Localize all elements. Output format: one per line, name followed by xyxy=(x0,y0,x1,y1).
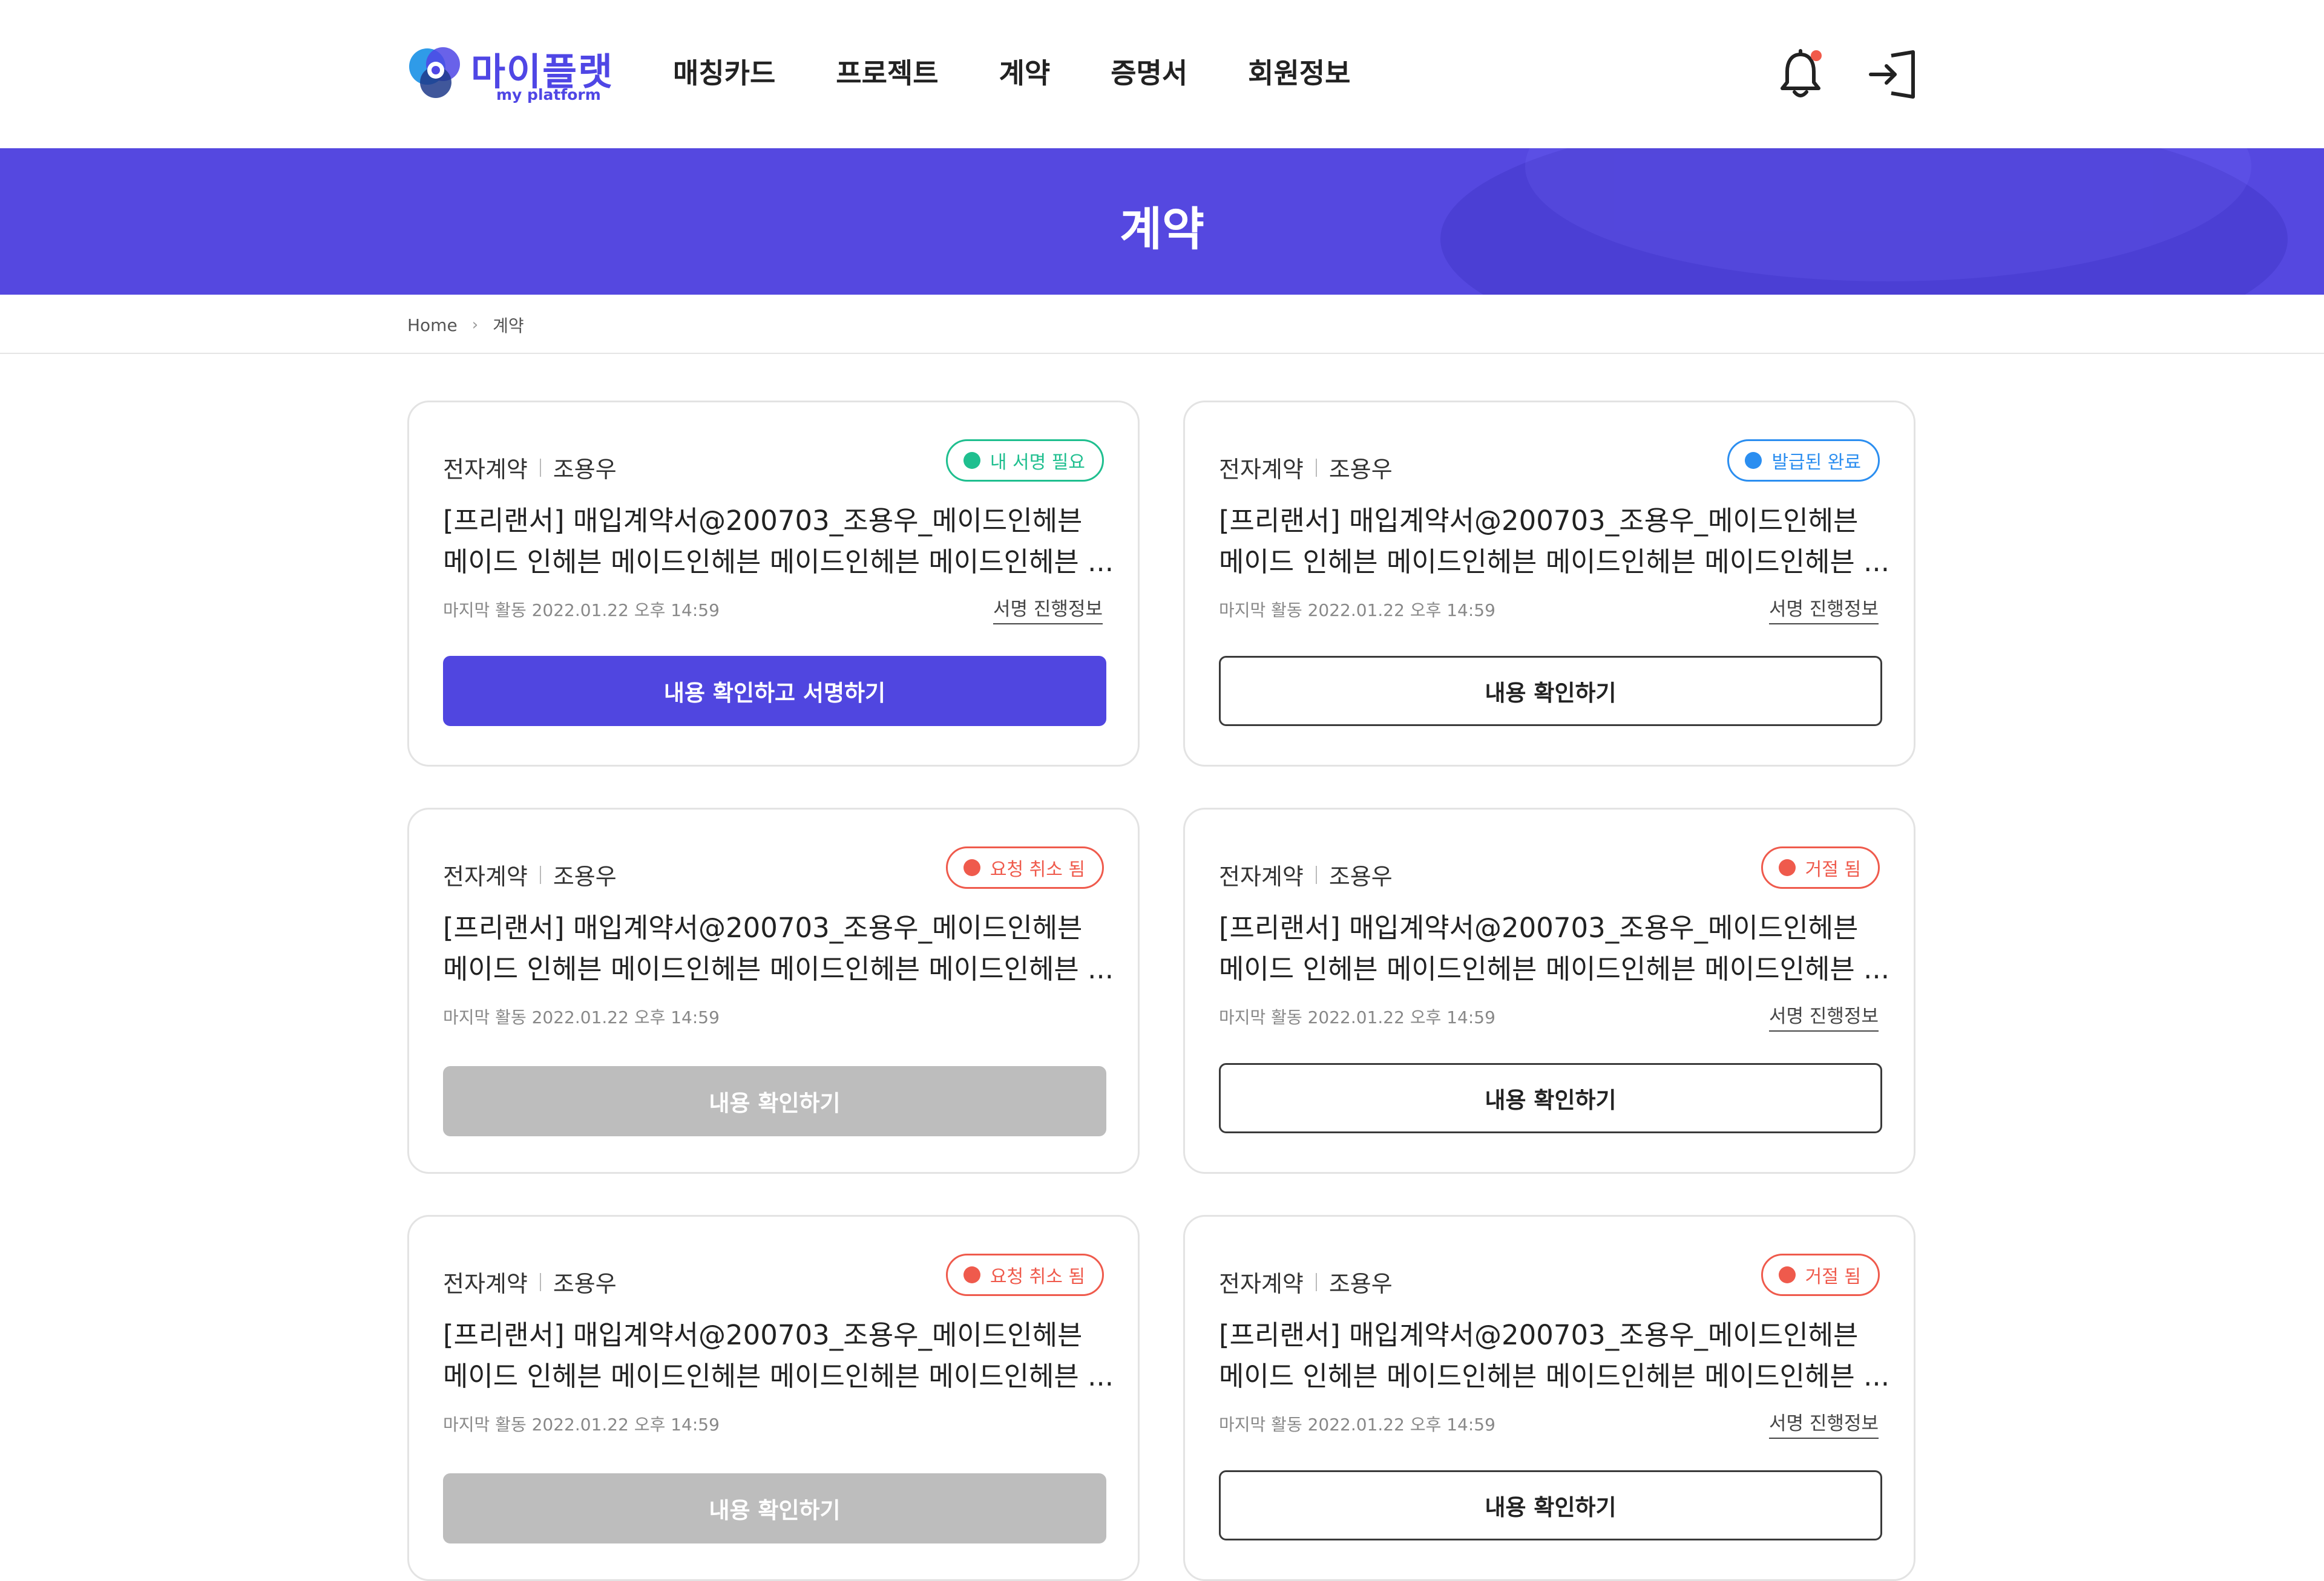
status-dot-icon xyxy=(1745,452,1762,469)
last-activity: 마지막 활동 2022.01.22 오후 14:59 xyxy=(1219,600,1495,620)
nav-item-member-info[interactable]: 회원정보 xyxy=(1248,52,1350,94)
contract-type: 전자계약 xyxy=(443,456,528,483)
divider xyxy=(1315,458,1317,477)
status-badge: 요청 취소 됨 xyxy=(945,846,1104,889)
signature-progress-link[interactable]: 서명 진행정보 xyxy=(993,594,1103,624)
status-label: 내 서명 필요 xyxy=(990,452,1085,473)
status-label: 거절 됨 xyxy=(1805,1266,1861,1288)
signature-progress-link[interactable]: 서명 진행정보 xyxy=(1769,1408,1879,1439)
status-label: 요청 취소 됨 xyxy=(990,859,1085,880)
contract-card[interactable]: 전자계약 조용우 요청 취소 됨 [프리랜서] 매입계약서@200703_조용우_메이… xyxy=(407,808,1140,1174)
nav-item-certificate[interactable]: 증명서 xyxy=(1111,52,1187,94)
breadcrumb-current: 계약 xyxy=(493,316,524,336)
button-label: 내용 확인하기 xyxy=(1485,1087,1617,1113)
nav-item-contract[interactable]: 계약 xyxy=(999,52,1051,94)
contract-card[interactable]: 전자계약 조용우 거절 됨 [프리랜서] 매입계약서@200703_조용우_메이드인헤… xyxy=(1183,1215,1915,1581)
last-activity: 마지막 활동 2022.01.22 오후 14:59 xyxy=(1219,1415,1495,1435)
contract-party: 조용우 xyxy=(1328,863,1393,890)
contract-card[interactable]: 전자계약 조용우 거절 됨 [프리랜서] 매입계약서@200703_조용우_메이드인헤… xyxy=(1183,808,1915,1174)
signature-progress-link[interactable]: 서명 진행정보 xyxy=(1769,594,1879,624)
status-dot-icon xyxy=(963,1266,980,1283)
view-contract-button[interactable]: 내용 확인하기 xyxy=(1219,656,1882,726)
contract-card[interactable]: 전자계약 조용우 발급된 완료 [프리랜서] 매입계약서@200703_조용우_메이드… xyxy=(1183,401,1915,767)
last-activity: 마지막 활동 2022.01.22 오후 14:59 xyxy=(1219,1007,1495,1027)
last-activity: 마지막 활동 2022.01.22 오후 14:59 xyxy=(443,600,720,620)
status-dot-icon xyxy=(1778,1266,1796,1283)
contract-type: 전자계약 xyxy=(1219,863,1304,890)
nav-item-matching-card[interactable]: 매칭카드 xyxy=(673,52,775,94)
view-contract-button[interactable]: 내용 확인하기 xyxy=(1219,1063,1882,1133)
last-activity: 마지막 활동 2022.01.22 오후 14:59 xyxy=(443,1415,720,1435)
contract-title[interactable]: [프리랜서] 매입계약서@200703_조용우_메이드인헤븐 메이드 인헤븐 메… xyxy=(1219,1315,1891,1397)
main-nav: 매칭카드 프로젝트 계약 증명서 회원정보 xyxy=(673,52,1411,94)
breadcrumb-bar: Home › 계약 xyxy=(0,295,2324,354)
chevron-right-icon: › xyxy=(471,316,479,334)
logout-icon[interactable] xyxy=(1867,48,1919,100)
button-label: 내용 확인하기 xyxy=(709,1090,841,1116)
contract-party: 조용우 xyxy=(1328,1271,1393,1297)
contract-title[interactable]: [프리랜서] 매입계약서@200703_조용우_메이드인헤븐 메이드 인헤븐 메… xyxy=(443,908,1115,990)
contract-type: 전자계약 xyxy=(443,1271,528,1297)
divider xyxy=(539,865,541,884)
nav-item-project[interactable]: 프로젝트 xyxy=(836,52,938,94)
contract-party: 조용우 xyxy=(553,456,617,483)
status-badge: 요청 취소 됨 xyxy=(945,1254,1104,1296)
contract-card[interactable]: 전자계약 조용우 요청 취소 됨 [프리랜서] 매입계약서@200703_조용우_메이… xyxy=(407,1215,1140,1581)
contract-type: 전자계약 xyxy=(1219,1271,1304,1297)
status-label: 발급된 완료 xyxy=(1771,452,1861,473)
last-activity: 마지막 활동 2022.01.22 오후 14:59 xyxy=(443,1007,720,1027)
status-dot-icon xyxy=(1778,859,1796,876)
card-header: 전자계약 조용우 xyxy=(443,1265,617,1298)
button-label: 내용 확인하기 xyxy=(1485,1494,1617,1520)
view-contract-button[interactable]: 내용 확인하고 서명하기 xyxy=(443,656,1106,726)
brand-subtitle: my platform xyxy=(496,86,601,103)
divider xyxy=(539,458,541,477)
status-badge: 발급된 완료 xyxy=(1727,439,1880,482)
contract-party: 조용우 xyxy=(553,863,617,890)
button-label: 내용 확인하기 xyxy=(1485,680,1617,706)
status-label: 요청 취소 됨 xyxy=(990,1266,1085,1288)
status-dot-icon xyxy=(963,859,980,876)
brand-logo[interactable]: 마이플랫 my platform xyxy=(405,40,612,106)
contract-title[interactable]: [프리랜서] 매입계약서@200703_조용우_메이드인헤븐 메이드 인헤븐 메… xyxy=(443,500,1115,583)
button-label: 내용 확인하고 서명하기 xyxy=(663,680,886,706)
status-dot-icon xyxy=(963,452,980,469)
button-label: 내용 확인하기 xyxy=(709,1498,841,1524)
status-label: 거절 됨 xyxy=(1805,859,1861,880)
card-header: 전자계약 조용우 xyxy=(1219,451,1393,484)
contract-party: 조용우 xyxy=(553,1271,617,1297)
card-header: 전자계약 조용우 xyxy=(1219,858,1393,891)
status-badge: 거절 됨 xyxy=(1761,846,1880,889)
status-badge: 내 서명 필요 xyxy=(945,439,1104,482)
contract-title[interactable]: [프리랜서] 매입계약서@200703_조용우_메이드인헤븐 메이드 인헤븐 메… xyxy=(1219,908,1891,990)
notification-dot xyxy=(1811,50,1822,61)
status-badge: 거절 됨 xyxy=(1761,1254,1880,1296)
logo-mark-icon xyxy=(409,47,460,98)
view-contract-button[interactable]: 내용 확인하기 xyxy=(1219,1470,1882,1540)
breadcrumb-home[interactable]: Home xyxy=(407,315,458,335)
contract-type: 전자계약 xyxy=(1219,456,1304,483)
card-header: 전자계약 조용우 xyxy=(443,451,617,484)
contract-title[interactable]: [프리랜서] 매입계약서@200703_조용우_메이드인헤븐 메이드 인헤븐 메… xyxy=(1219,500,1891,583)
view-contract-button: 내용 확인하기 xyxy=(443,1473,1106,1543)
card-header: 전자계약 조용우 xyxy=(443,858,617,891)
page-title: 계약 xyxy=(1120,202,1204,256)
contract-type: 전자계약 xyxy=(443,863,528,890)
signature-progress-link[interactable]: 서명 진행정보 xyxy=(1769,1001,1879,1032)
breadcrumb: Home › 계약 xyxy=(407,313,524,337)
divider xyxy=(539,1272,541,1291)
contract-card[interactable]: 전자계약 조용우 내 서명 필요 [프리랜서] 매입계약서@200703_조용우_메이… xyxy=(407,401,1140,767)
bell-icon[interactable] xyxy=(1776,48,1825,100)
divider xyxy=(1315,1272,1317,1291)
page-banner: 계약 xyxy=(0,148,2324,295)
divider xyxy=(1315,865,1317,884)
top-navigation-bar: 마이플랫 my platform 매칭카드 프로젝트 계약 증명서 회원정보 xyxy=(0,0,2324,148)
contract-party: 조용우 xyxy=(1328,456,1393,483)
contract-title[interactable]: [프리랜서] 매입계약서@200703_조용우_메이드인헤븐 메이드 인헤븐 메… xyxy=(443,1315,1115,1397)
view-contract-button: 내용 확인하기 xyxy=(443,1066,1106,1136)
card-header: 전자계약 조용우 xyxy=(1219,1265,1393,1298)
